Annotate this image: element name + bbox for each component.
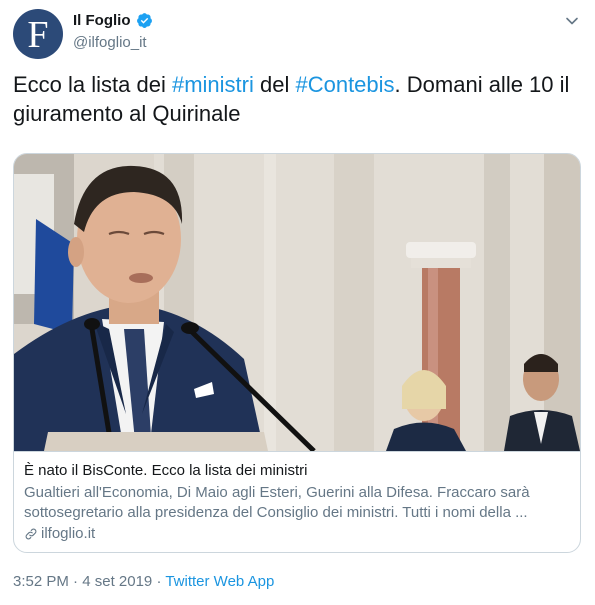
card-image[interactable]	[14, 154, 580, 451]
card-photo	[14, 154, 580, 451]
card-title: È nato il BisConte. Ecco la lista dei mi…	[24, 462, 308, 479]
hashtag-link[interactable]: #ministri	[172, 72, 254, 97]
avatar-logo-letter: F	[27, 14, 49, 56]
tweet: F Il Foglio @ilfoglio_it Ecco la lista d…	[0, 0, 595, 605]
author-handle[interactable]: @ilfoglio_it	[73, 34, 147, 51]
link-icon	[25, 528, 37, 539]
author-name-row: Il Foglio	[73, 12, 153, 29]
card-domain-text: ilfoglio.it	[41, 525, 96, 542]
tweet-meta: 3:52 PM · 4 set 2019 · Twitter Web App	[13, 573, 274, 590]
tweet-text-segment: Ecco la lista dei	[13, 72, 172, 97]
hashtag-link[interactable]: #Contebis	[295, 72, 394, 97]
meta-separator: ·	[68, 573, 83, 590]
verified-badge-icon	[136, 13, 152, 28]
tweet-source-link[interactable]: Twitter Web App	[165, 573, 274, 590]
chevron-down-icon[interactable]	[565, 14, 579, 28]
card-body[interactable]: È nato il BisConte. Ecco la lista dei mi…	[14, 451, 580, 552]
tweet-date[interactable]: 4 set 2019	[82, 573, 152, 590]
card-domain: ilfoglio.it	[24, 525, 570, 542]
tweet-text: Ecco la lista dei #ministri del #Contebi…	[13, 70, 583, 128]
tweet-time[interactable]: 3:52 PM	[13, 573, 69, 590]
meta-separator: ·	[152, 573, 166, 590]
card-description: Gualtieri all'Economia, Di Maio agli Est…	[24, 484, 530, 521]
avatar[interactable]: F	[13, 9, 63, 59]
link-preview-card[interactable]: È nato il BisConte. Ecco la lista dei mi…	[13, 153, 581, 553]
tweet-text-segment: del	[253, 72, 296, 97]
author-display-name[interactable]: Il Foglio	[73, 12, 131, 29]
